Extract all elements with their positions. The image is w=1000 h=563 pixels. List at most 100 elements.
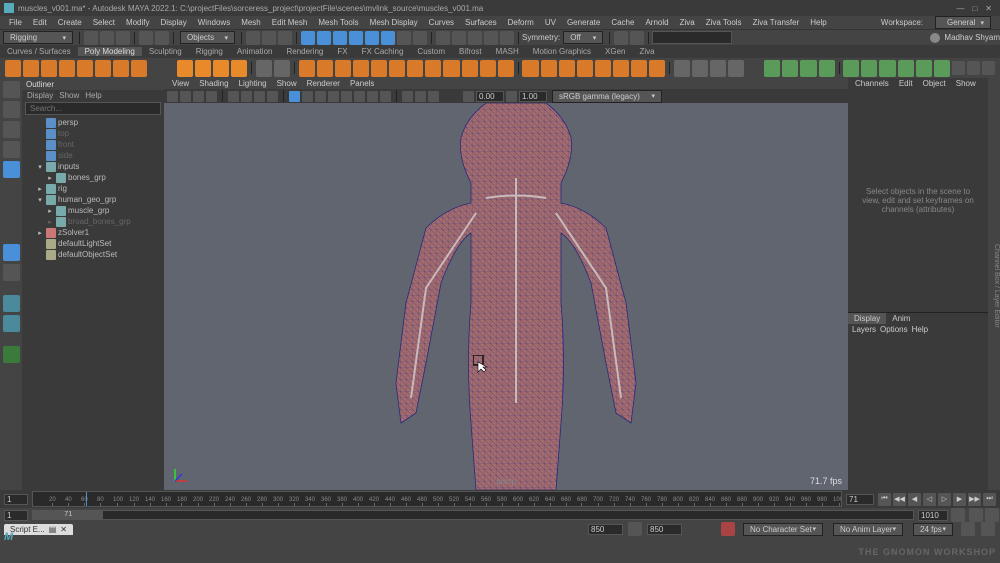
vp-menu-show[interactable]: Show bbox=[273, 79, 301, 88]
shelf-curve-tool-icon[interactable] bbox=[177, 60, 193, 77]
shelf-crease-icon[interactable] bbox=[577, 60, 593, 77]
shelf-bridge-icon[interactable] bbox=[317, 60, 333, 77]
symmetry-dropdown[interactable]: Off bbox=[563, 31, 603, 44]
tab-motiongraphics[interactable]: Motion Graphics bbox=[526, 47, 598, 56]
shelf-combine-icon[interactable] bbox=[256, 60, 272, 77]
shelf-multicut-icon[interactable] bbox=[389, 60, 405, 77]
shelf-collapse-icon[interactable] bbox=[443, 60, 459, 77]
vp-menu-renderer[interactable]: Renderer bbox=[303, 79, 344, 88]
select-tool-icon[interactable] bbox=[3, 81, 20, 98]
playback-prefs-icon[interactable] bbox=[985, 508, 999, 522]
autokey-toggle-icon[interactable] bbox=[721, 522, 735, 536]
select-by-component-icon[interactable] bbox=[278, 31, 292, 45]
anim-end-input[interactable] bbox=[647, 524, 682, 535]
tab-fx[interactable]: FX bbox=[330, 47, 354, 56]
shelf-delete-edge-icon[interactable] bbox=[631, 60, 647, 77]
magnify-icon[interactable] bbox=[3, 346, 20, 363]
vp-ao-icon[interactable] bbox=[354, 91, 365, 102]
vp-multisample-icon[interactable] bbox=[380, 91, 391, 102]
shelf-uv-planar-icon[interactable] bbox=[674, 60, 690, 77]
tab-rendering[interactable]: Rendering bbox=[279, 47, 330, 56]
menu-meshdisplay[interactable]: Mesh Display bbox=[365, 18, 423, 27]
script-tab-menu-icon[interactable]: ▤ bbox=[49, 525, 57, 534]
shelf-poly-disc-icon[interactable] bbox=[113, 60, 129, 77]
vp-motion-blur-icon[interactable] bbox=[367, 91, 378, 102]
tab-sculpt[interactable]: Sculpting bbox=[142, 47, 189, 56]
character-set-dropdown[interactable]: No Character Set bbox=[743, 523, 823, 536]
command-input[interactable] bbox=[652, 31, 732, 44]
vp-image-plane-icon[interactable] bbox=[206, 91, 217, 102]
anim-tab[interactable]: Anim bbox=[886, 313, 916, 324]
range-end-input[interactable] bbox=[918, 510, 948, 521]
open-scene-icon[interactable] bbox=[100, 31, 114, 45]
tab-ziva[interactable]: Ziva bbox=[633, 47, 662, 56]
tree-item[interactable]: ▸zSolver1 bbox=[22, 227, 164, 238]
auto-key-icon[interactable] bbox=[951, 508, 965, 522]
shelf-extrude-icon[interactable] bbox=[299, 60, 315, 77]
anim-start-input[interactable] bbox=[588, 524, 623, 535]
shelf-ziva-4-icon[interactable] bbox=[819, 60, 835, 77]
vp-wireframe-icon[interactable] bbox=[289, 91, 300, 102]
workspace-dropdown[interactable]: General bbox=[935, 16, 991, 29]
vp-smooth-shade-icon[interactable] bbox=[302, 91, 313, 102]
set-key-icon[interactable] bbox=[969, 508, 983, 522]
menu-select[interactable]: Select bbox=[88, 18, 120, 27]
tab-custom[interactable]: Custom bbox=[410, 47, 452, 56]
shelf-connect-icon[interactable] bbox=[595, 60, 611, 77]
menu-generate[interactable]: Generate bbox=[562, 18, 605, 27]
prefs-icon[interactable] bbox=[961, 522, 975, 536]
vp-xray-icon[interactable] bbox=[415, 91, 426, 102]
menu-modify[interactable]: Modify bbox=[121, 18, 155, 27]
shelf-ziva-9-icon[interactable] bbox=[916, 60, 932, 77]
vp-textured-icon[interactable] bbox=[315, 91, 326, 102]
shelf-fill-hole-icon[interactable] bbox=[613, 60, 629, 77]
select-misc-icon[interactable] bbox=[413, 31, 427, 45]
lasso-tool-icon[interactable] bbox=[3, 101, 20, 118]
shelf-merge-icon[interactable] bbox=[425, 60, 441, 77]
vp-colorspace-dropdown[interactable]: sRGB gamma (legacy) bbox=[552, 90, 662, 103]
user-name[interactable]: Madhav Shyam bbox=[944, 33, 1000, 42]
select-surfaces-icon[interactable] bbox=[301, 31, 315, 45]
shelf-uv-cylindrical-icon[interactable] bbox=[728, 60, 744, 77]
time-current-input[interactable] bbox=[846, 494, 874, 505]
tab-fxcaching[interactable]: FX Caching bbox=[355, 47, 411, 56]
shelf-poly-plane-icon[interactable] bbox=[95, 60, 111, 77]
account-icon[interactable] bbox=[930, 33, 940, 43]
select-curves-icon[interactable] bbox=[317, 31, 331, 45]
tab-mash[interactable]: MASH bbox=[489, 47, 526, 56]
vp-gate-mask-icon[interactable] bbox=[267, 91, 278, 102]
menu-display[interactable]: Display bbox=[156, 18, 192, 27]
tree-item[interactable]: ▸rig bbox=[22, 183, 164, 194]
menu-arnold[interactable]: Arnold bbox=[640, 18, 673, 27]
fps-dropdown[interactable]: 24 fps bbox=[913, 523, 953, 536]
shelf-poly-platonic-icon[interactable] bbox=[131, 60, 147, 77]
tab-curves[interactable]: Curves / Surfaces bbox=[0, 47, 78, 56]
close-icon[interactable]: ✕ bbox=[985, 4, 992, 13]
vp-xray-joints-icon[interactable] bbox=[428, 91, 439, 102]
range-start-input[interactable] bbox=[4, 510, 28, 521]
tree-item[interactable]: defaultObjectSet bbox=[22, 249, 164, 260]
select-rendering-icon[interactable] bbox=[397, 31, 411, 45]
shelf-poly-cylinder-icon[interactable] bbox=[41, 60, 57, 77]
select-dynamics-icon[interactable] bbox=[381, 31, 395, 45]
layers-menu-help[interactable]: Help bbox=[912, 325, 928, 334]
new-scene-icon[interactable] bbox=[84, 31, 98, 45]
tree-item[interactable]: ▾inputs bbox=[22, 161, 164, 172]
select-joints-icon[interactable] bbox=[349, 31, 363, 45]
vp-gamma-input[interactable] bbox=[519, 91, 547, 102]
script-editor-tab[interactable]: Script E... ▤ ✕ bbox=[4, 524, 73, 535]
shelf-svg-icon[interactable] bbox=[231, 60, 247, 77]
layout-four-icon[interactable] bbox=[3, 264, 20, 281]
render-icon[interactable] bbox=[630, 31, 644, 45]
range-lock-icon[interactable] bbox=[628, 522, 642, 536]
tree-item[interactable]: top bbox=[22, 128, 164, 139]
shelf-layout-1-icon[interactable] bbox=[952, 61, 965, 75]
right-strip-label[interactable]: Channel Box / Layer Editor bbox=[993, 244, 1000, 328]
cb-menu-edit[interactable]: Edit bbox=[896, 79, 916, 88]
play-fwd-icon[interactable]: ▷ bbox=[938, 493, 951, 506]
time-ruler[interactable]: 2040608010012014016018020022024026028030… bbox=[32, 491, 842, 507]
tab-rigging[interactable]: Rigging bbox=[189, 47, 230, 56]
select-deformers-icon[interactable] bbox=[365, 31, 379, 45]
undo-icon[interactable] bbox=[139, 31, 153, 45]
vp-menu-lighting[interactable]: Lighting bbox=[235, 79, 271, 88]
